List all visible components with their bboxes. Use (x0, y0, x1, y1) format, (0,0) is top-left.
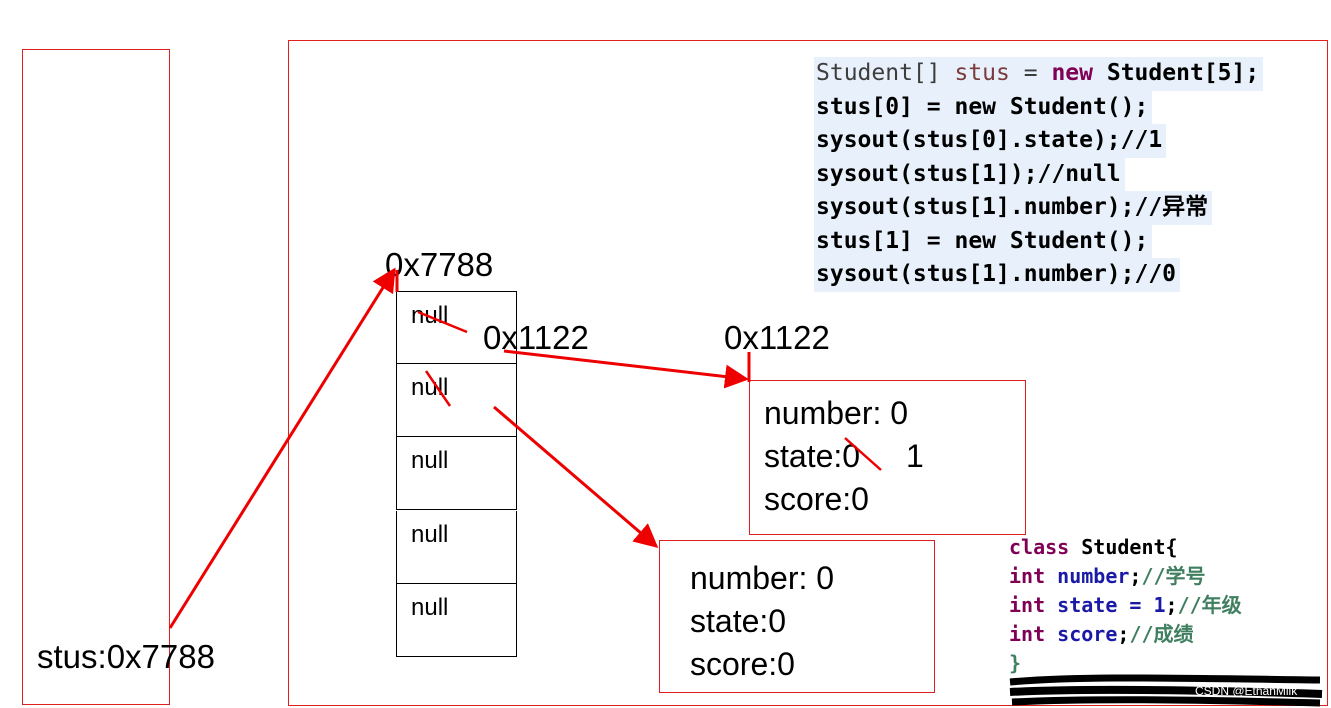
arrow-stack-to-array (168, 267, 396, 629)
arrow-cell1-to-object2 (493, 405, 659, 548)
watermark-text: CSDN @EthanMilk (1195, 684, 1298, 698)
arrow-cell0-to-object1 (503, 349, 749, 389)
strike-cell0-null (417, 310, 468, 334)
strike-cell1-null (424, 370, 452, 407)
strike-object1-state (844, 437, 882, 471)
arrows-layer (168, 267, 1323, 707)
